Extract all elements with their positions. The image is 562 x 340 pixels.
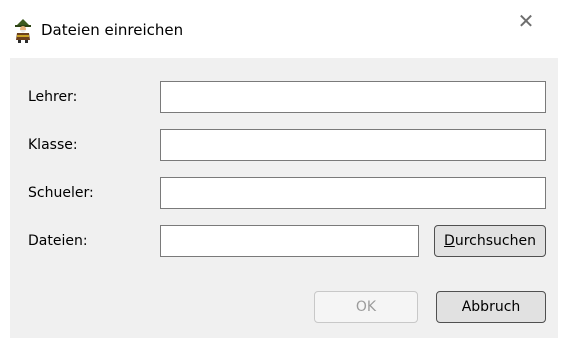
student-input[interactable] [160, 177, 546, 209]
teacher-label: Lehrer: [28, 89, 78, 105]
class-input[interactable] [160, 129, 546, 161]
teacher-input[interactable] [160, 81, 546, 113]
title-bar: Dateien einreichen ✕ [0, 0, 562, 58]
student-label: Schueler: [28, 185, 94, 201]
files-input[interactable] [160, 225, 419, 257]
class-label: Klasse: [28, 137, 78, 153]
ok-label: OK [355, 299, 377, 315]
gnome-figure-icon [10, 17, 36, 43]
window-title: Dateien einreichen [41, 21, 184, 39]
browse-mnemonic: D [444, 233, 455, 249]
dialog-client-area: Lehrer: Klasse: Schueler: Dateien: Durch… [10, 58, 558, 338]
ok-button[interactable]: OK [314, 291, 418, 323]
cancel-button[interactable]: Abbruch [436, 291, 546, 323]
files-label: Dateien: [28, 233, 88, 249]
close-icon: ✕ [517, 9, 535, 33]
dialog-window: Dateien einreichen ✕ Lehrer: Klasse: Sch… [0, 0, 562, 340]
browse-button[interactable]: Durchsuchen [434, 225, 546, 257]
browse-label-rest: urchsuchen [454, 233, 536, 249]
cancel-label: Abbruch [461, 299, 521, 315]
close-button[interactable]: ✕ [506, 6, 546, 36]
